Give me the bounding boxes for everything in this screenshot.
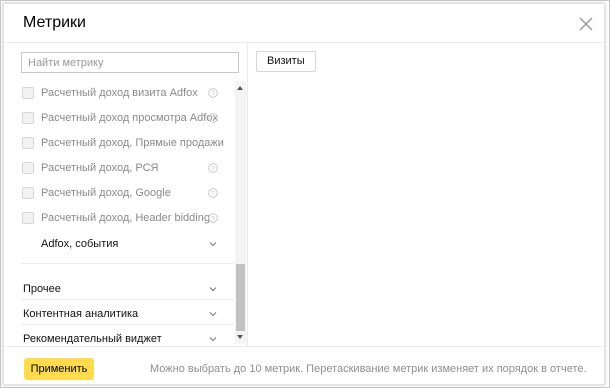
footer-divider bbox=[4, 346, 604, 347]
question-circle-icon[interactable]: ? bbox=[208, 88, 218, 98]
dialog-title: Метрики bbox=[23, 14, 86, 31]
question-circle-icon[interactable]: ? bbox=[208, 163, 218, 173]
chevron-down-icon bbox=[209, 242, 217, 247]
metric-checkbox[interactable] bbox=[22, 162, 34, 174]
close-icon[interactable] bbox=[578, 16, 594, 32]
group-divider bbox=[21, 299, 234, 300]
metric-label: Расчетный доход, Header bidding bbox=[41, 212, 210, 224]
metric-label: Расчетный доход визита Adfox bbox=[41, 87, 198, 99]
svg-text:?: ? bbox=[211, 116, 215, 123]
svg-text:?: ? bbox=[211, 216, 215, 223]
list-item[interactable]: Расчетный доход визита Adfox ? bbox=[4, 81, 234, 106]
svg-text:?: ? bbox=[211, 191, 215, 198]
column-divider bbox=[247, 42, 248, 346]
group-divider bbox=[21, 324, 234, 325]
metric-checkbox[interactable] bbox=[22, 187, 34, 199]
question-circle-icon[interactable]: ? bbox=[208, 188, 218, 198]
list-item[interactable]: Расчетный доход просмотра Adfox ? bbox=[4, 106, 234, 131]
chevron-down-icon bbox=[209, 312, 217, 317]
metric-checkbox[interactable] bbox=[22, 212, 34, 224]
scroll-up-icon[interactable] bbox=[237, 86, 243, 90]
metric-list: Расчетный доход визита Adfox ? Расчетный… bbox=[4, 81, 234, 344]
list-item[interactable]: Расчетный доход, РСЯ ? bbox=[4, 156, 234, 181]
chevron-down-icon bbox=[209, 337, 217, 342]
metric-label: Расчетный доход просмотра Adfox bbox=[41, 112, 218, 124]
metric-checkbox[interactable] bbox=[22, 87, 34, 99]
metric-checkbox[interactable] bbox=[22, 112, 34, 124]
group-label: Контентная аналитика bbox=[23, 308, 139, 320]
subgroup-adfox-events[interactable]: Adfox, события bbox=[4, 232, 234, 257]
list-item[interactable]: Расчетный доход, Header bidding ? bbox=[4, 206, 234, 231]
metrics-dialog: Метрики Расчетный доход визита Adfox ? Р… bbox=[3, 3, 605, 385]
svg-text:?: ? bbox=[211, 91, 215, 98]
search-input[interactable] bbox=[21, 52, 239, 73]
scrollbar-thumb[interactable] bbox=[236, 264, 245, 331]
metric-label: Расчетный доход, Прямые продажи bbox=[41, 137, 224, 149]
group-divider bbox=[21, 263, 234, 264]
question-circle-icon[interactable]: ? bbox=[208, 113, 218, 123]
list-item[interactable]: Расчетный доход, Google ? bbox=[4, 181, 234, 206]
list-item[interactable]: Расчетный доход, Прямые продажи bbox=[4, 131, 234, 156]
scroll-down-icon[interactable] bbox=[237, 335, 243, 339]
group-label: Рекомендательный виджет bbox=[23, 333, 162, 344]
subgroup-label: Adfox, события bbox=[41, 238, 119, 250]
chevron-down-icon bbox=[209, 287, 217, 292]
header-divider bbox=[4, 42, 604, 43]
footer-note: Можно выбрать до 10 метрик. Перетаскиван… bbox=[150, 363, 587, 375]
selected-metric-chip[interactable]: Визиты bbox=[256, 51, 316, 72]
metric-checkbox[interactable] bbox=[22, 137, 34, 149]
group-label: Прочее bbox=[23, 283, 61, 295]
group-recommendation-widget[interactable]: Рекомендательный виджет bbox=[4, 327, 234, 344]
question-circle-icon[interactable]: ? bbox=[208, 213, 218, 223]
list-scrollbar[interactable] bbox=[235, 81, 246, 344]
apply-button[interactable]: Применить bbox=[24, 358, 94, 380]
metric-label: Расчетный доход, РСЯ bbox=[41, 162, 159, 174]
metric-label: Расчетный доход, Google bbox=[41, 187, 171, 199]
svg-text:?: ? bbox=[211, 166, 215, 173]
